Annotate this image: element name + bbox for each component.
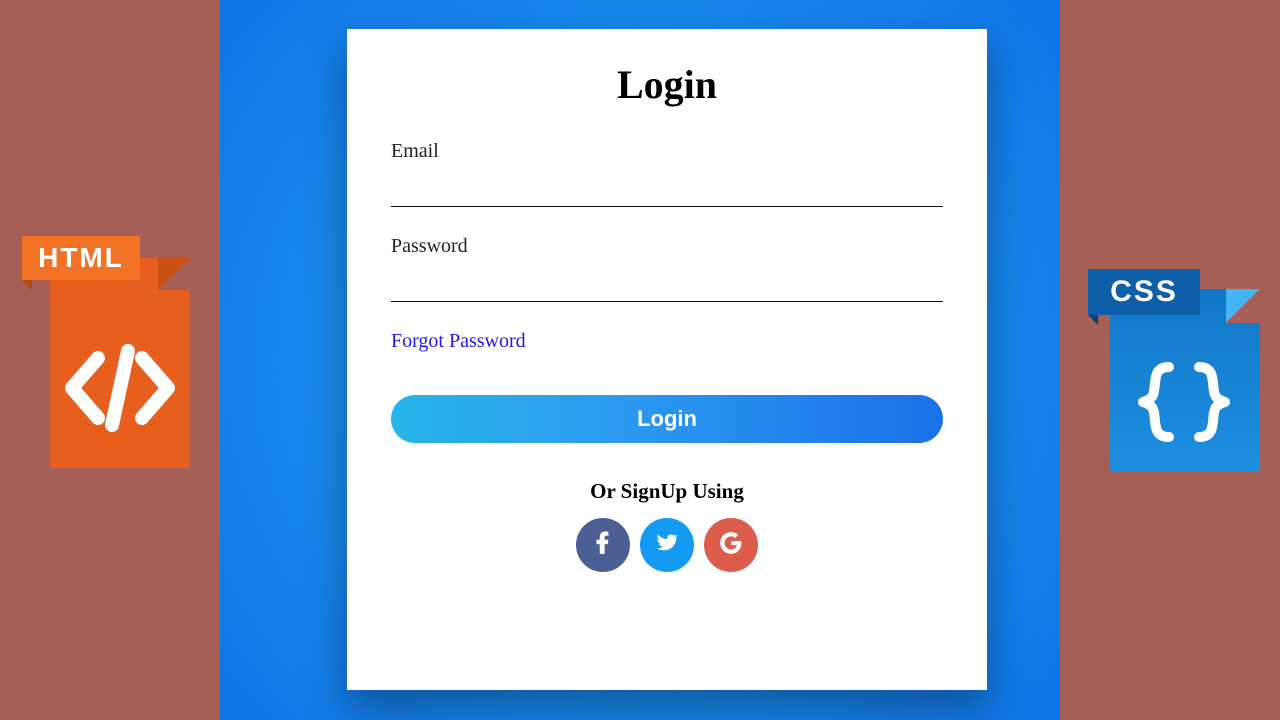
email-input[interactable] [391, 173, 943, 207]
twitter-icon [654, 530, 680, 561]
password-field-group: Password [391, 235, 943, 302]
login-button[interactable]: Login [391, 395, 943, 443]
code-brackets-icon [60, 328, 180, 448]
facebook-icon [590, 530, 616, 561]
css-badge: CSS [1088, 269, 1200, 315]
google-icon [718, 530, 744, 561]
email-field-group: Email [391, 140, 943, 207]
forgot-password-link[interactable]: Forgot Password [391, 330, 526, 353]
password-input[interactable] [391, 268, 943, 302]
css-file-icon: CSS [1088, 251, 1266, 471]
html-badge: HTML [22, 236, 140, 280]
google-button[interactable] [704, 518, 758, 572]
email-label: Email [391, 140, 943, 163]
css-file-fold [1226, 289, 1260, 323]
facebook-button[interactable] [576, 518, 630, 572]
html-file-fold [158, 258, 190, 290]
alt-signup-label: Or SignUp Using [391, 479, 943, 504]
login-card: Login Email Password Forgot Password Log… [347, 29, 987, 690]
social-buttons [391, 518, 943, 572]
password-label: Password [391, 235, 943, 258]
curly-braces-icon [1124, 347, 1244, 457]
login-title: Login [391, 61, 943, 108]
twitter-button[interactable] [640, 518, 694, 572]
html-file-icon: HTML [22, 208, 198, 468]
